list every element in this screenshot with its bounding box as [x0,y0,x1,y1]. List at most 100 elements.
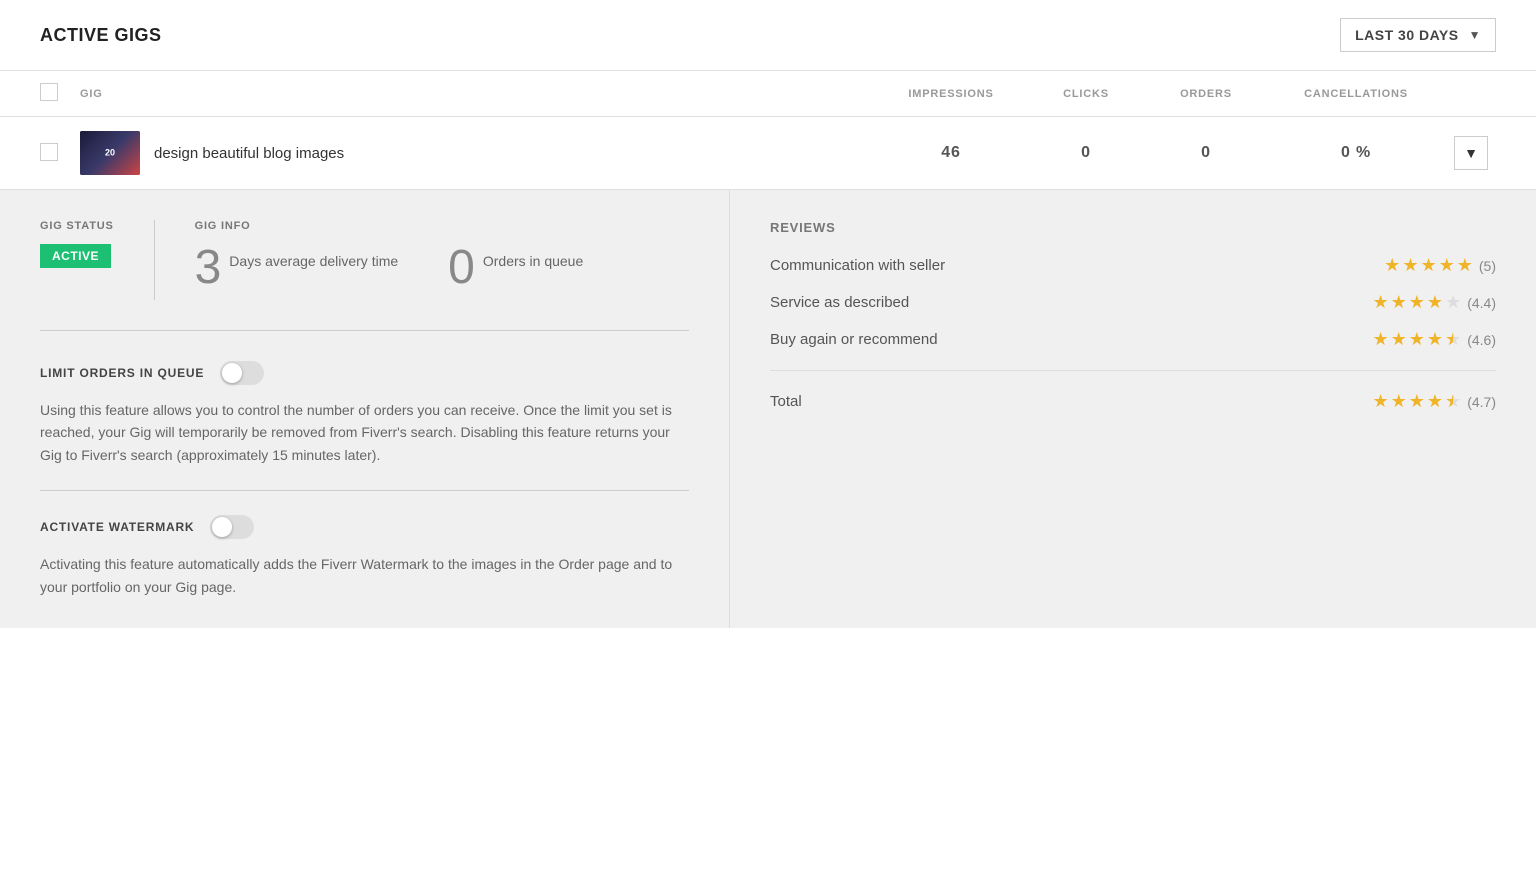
limit-orders-label: LIMIT ORDERS IN QUEUE [40,366,204,380]
watermark-section: ACTIVATE WATERMARK Activating this featu… [40,515,689,598]
review-rating-1: ★★★★★ (4.4) [1373,292,1497,313]
delivery-number: 3 [195,244,222,292]
date-filter-dropdown[interactable]: LAST 30 DAYS ▼ [1340,18,1496,52]
gig-status-block: GIG STATUS ACTIVE [40,220,114,268]
review-label-0: Communication with seller [770,257,945,274]
col-header-orders: ORDERS [1146,88,1266,100]
orders-value: 0 [1146,144,1266,162]
review-count-0: (5) [1479,258,1496,274]
review-rating-2: ★★★★ ★ ★ (4.6) [1373,329,1497,350]
star-full: ★ [1373,391,1389,412]
expand-button[interactable]: ▼ [1454,136,1488,170]
header-checkbox-col [40,83,80,104]
detail-section: GIG STATUS ACTIVE GIG INFO 3 Days averag… [0,190,1536,628]
star-full: ★ [1457,255,1473,276]
gig-thumbnail: 20 [80,131,140,175]
star-empty: ★ [1445,292,1461,313]
review-row: Service as described ★★★★★ (4.4) [770,292,1496,313]
review-stars-0: ★★★★★ [1384,255,1473,276]
star-full: ★ [1384,255,1400,276]
cancellations-value: 0 % [1266,144,1446,162]
review-count-2: (4.6) [1467,332,1496,348]
expand-icon: ▼ [1464,145,1478,161]
delivery-desc: Days average delivery time [229,244,398,272]
review-rating-0: ★★★★★ (5) [1384,255,1496,276]
star-full: ★ [1402,255,1418,276]
right-panel: REVIEWS Communication with seller ★★★★★ … [730,190,1536,628]
delivery-info: 3 Days average delivery time [195,244,399,292]
row-checkbox[interactable] [40,143,58,161]
review-stars-1: ★★★★★ [1373,292,1462,313]
gig-image-label: 20 [105,148,115,159]
star-full: ★ [1427,329,1443,350]
review-count-1: (4.4) [1467,295,1496,311]
watermark-toggle-row: ACTIVATE WATERMARK [40,515,689,539]
total-rating: ★★★★ ★ ★ (4.7) [1373,391,1497,412]
status-badge: ACTIVE [40,244,111,268]
table-row: 20 design beautiful blog images 46 0 0 0… [0,117,1536,190]
watermark-toggle[interactable] [210,515,254,539]
divider-vertical [154,220,155,300]
expand-col: ▼ [1446,136,1496,170]
info-items: 3 Days average delivery time 0 Orders in… [195,244,584,292]
col-header-impressions: IMPRESSIONS [876,88,1026,100]
gig-title[interactable]: design beautiful blog images [154,145,344,162]
watermark-description: Activating this feature automatically ad… [40,553,689,598]
star-full: ★ [1427,391,1443,412]
total-stars: ★★★★ ★ ★ [1373,391,1462,412]
limit-orders-toggle[interactable] [220,361,264,385]
gig-status-label: GIG STATUS [40,220,114,232]
review-label-1: Service as described [770,294,909,311]
toggle-knob [222,363,242,383]
total-label: Total [770,393,802,410]
gig-status-section: GIG STATUS ACTIVE GIG INFO 3 Days averag… [40,220,689,331]
limit-orders-section: LIMIT ORDERS IN QUEUE Using this feature… [40,361,689,491]
orders-number: 0 [448,244,475,292]
reviews-list: Communication with seller ★★★★★ (5) Serv… [770,255,1496,350]
gig-info-block: GIG INFO 3 Days average delivery time 0 … [195,220,584,292]
limit-orders-toggle-row: LIMIT ORDERS IN QUEUE [40,361,689,385]
impressions-value: 46 [876,144,1026,162]
total-count: (4.7) [1467,394,1496,410]
star-full: ★ [1373,329,1389,350]
watermark-toggle-knob [212,517,232,537]
page-wrapper: ACTIVE GIGS LAST 30 DAYS ▼ GIG IMPRESSIO… [0,0,1536,888]
page-title: ACTIVE GIGS [40,25,162,46]
page-header: ACTIVE GIGS LAST 30 DAYS ▼ [0,0,1536,71]
star-full: ★ [1420,255,1436,276]
reviews-title: REVIEWS [770,220,1496,235]
left-panel: GIG STATUS ACTIVE GIG INFO 3 Days averag… [0,190,730,628]
star-full: ★ [1427,292,1443,313]
star-full: ★ [1409,292,1425,313]
limit-orders-description: Using this feature allows you to control… [40,399,689,466]
star-half: ★ ★ [1445,391,1461,412]
clicks-value: 0 [1026,144,1146,162]
review-row: Communication with seller ★★★★★ (5) [770,255,1496,276]
review-row: Buy again or recommend ★★★★ ★ ★ (4.6) [770,329,1496,350]
gig-image-bg: 20 [80,131,140,175]
select-all-checkbox[interactable] [40,83,58,101]
review-divider [770,370,1496,371]
star-half: ★ ★ [1445,329,1461,350]
gig-cell: 20 design beautiful blog images [80,131,876,175]
star-full: ★ [1391,292,1407,313]
watermark-label: ACTIVATE WATERMARK [40,520,194,534]
star-full: ★ [1391,329,1407,350]
row-checkbox-col [40,143,80,164]
review-label-2: Buy again or recommend [770,331,938,348]
col-header-gig: GIG [80,88,876,100]
star-full: ★ [1439,255,1455,276]
orders-info: 0 Orders in queue [448,244,583,292]
table-header: GIG IMPRESSIONS CLICKS ORDERS CANCELLATI… [0,71,1536,117]
gig-info-label: GIG INFO [195,220,584,232]
star-full: ★ [1373,292,1389,313]
col-header-cancellations: CANCELLATIONS [1266,88,1446,100]
total-row: Total ★★★★ ★ ★ (4.7) [770,391,1496,412]
orders-desc: Orders in queue [483,244,583,272]
date-filter-label: LAST 30 DAYS [1355,27,1459,43]
chevron-down-icon: ▼ [1469,28,1481,42]
col-header-clicks: CLICKS [1026,88,1146,100]
review-stars-2: ★★★★ ★ ★ [1373,329,1462,350]
star-full: ★ [1409,391,1425,412]
star-full: ★ [1391,391,1407,412]
